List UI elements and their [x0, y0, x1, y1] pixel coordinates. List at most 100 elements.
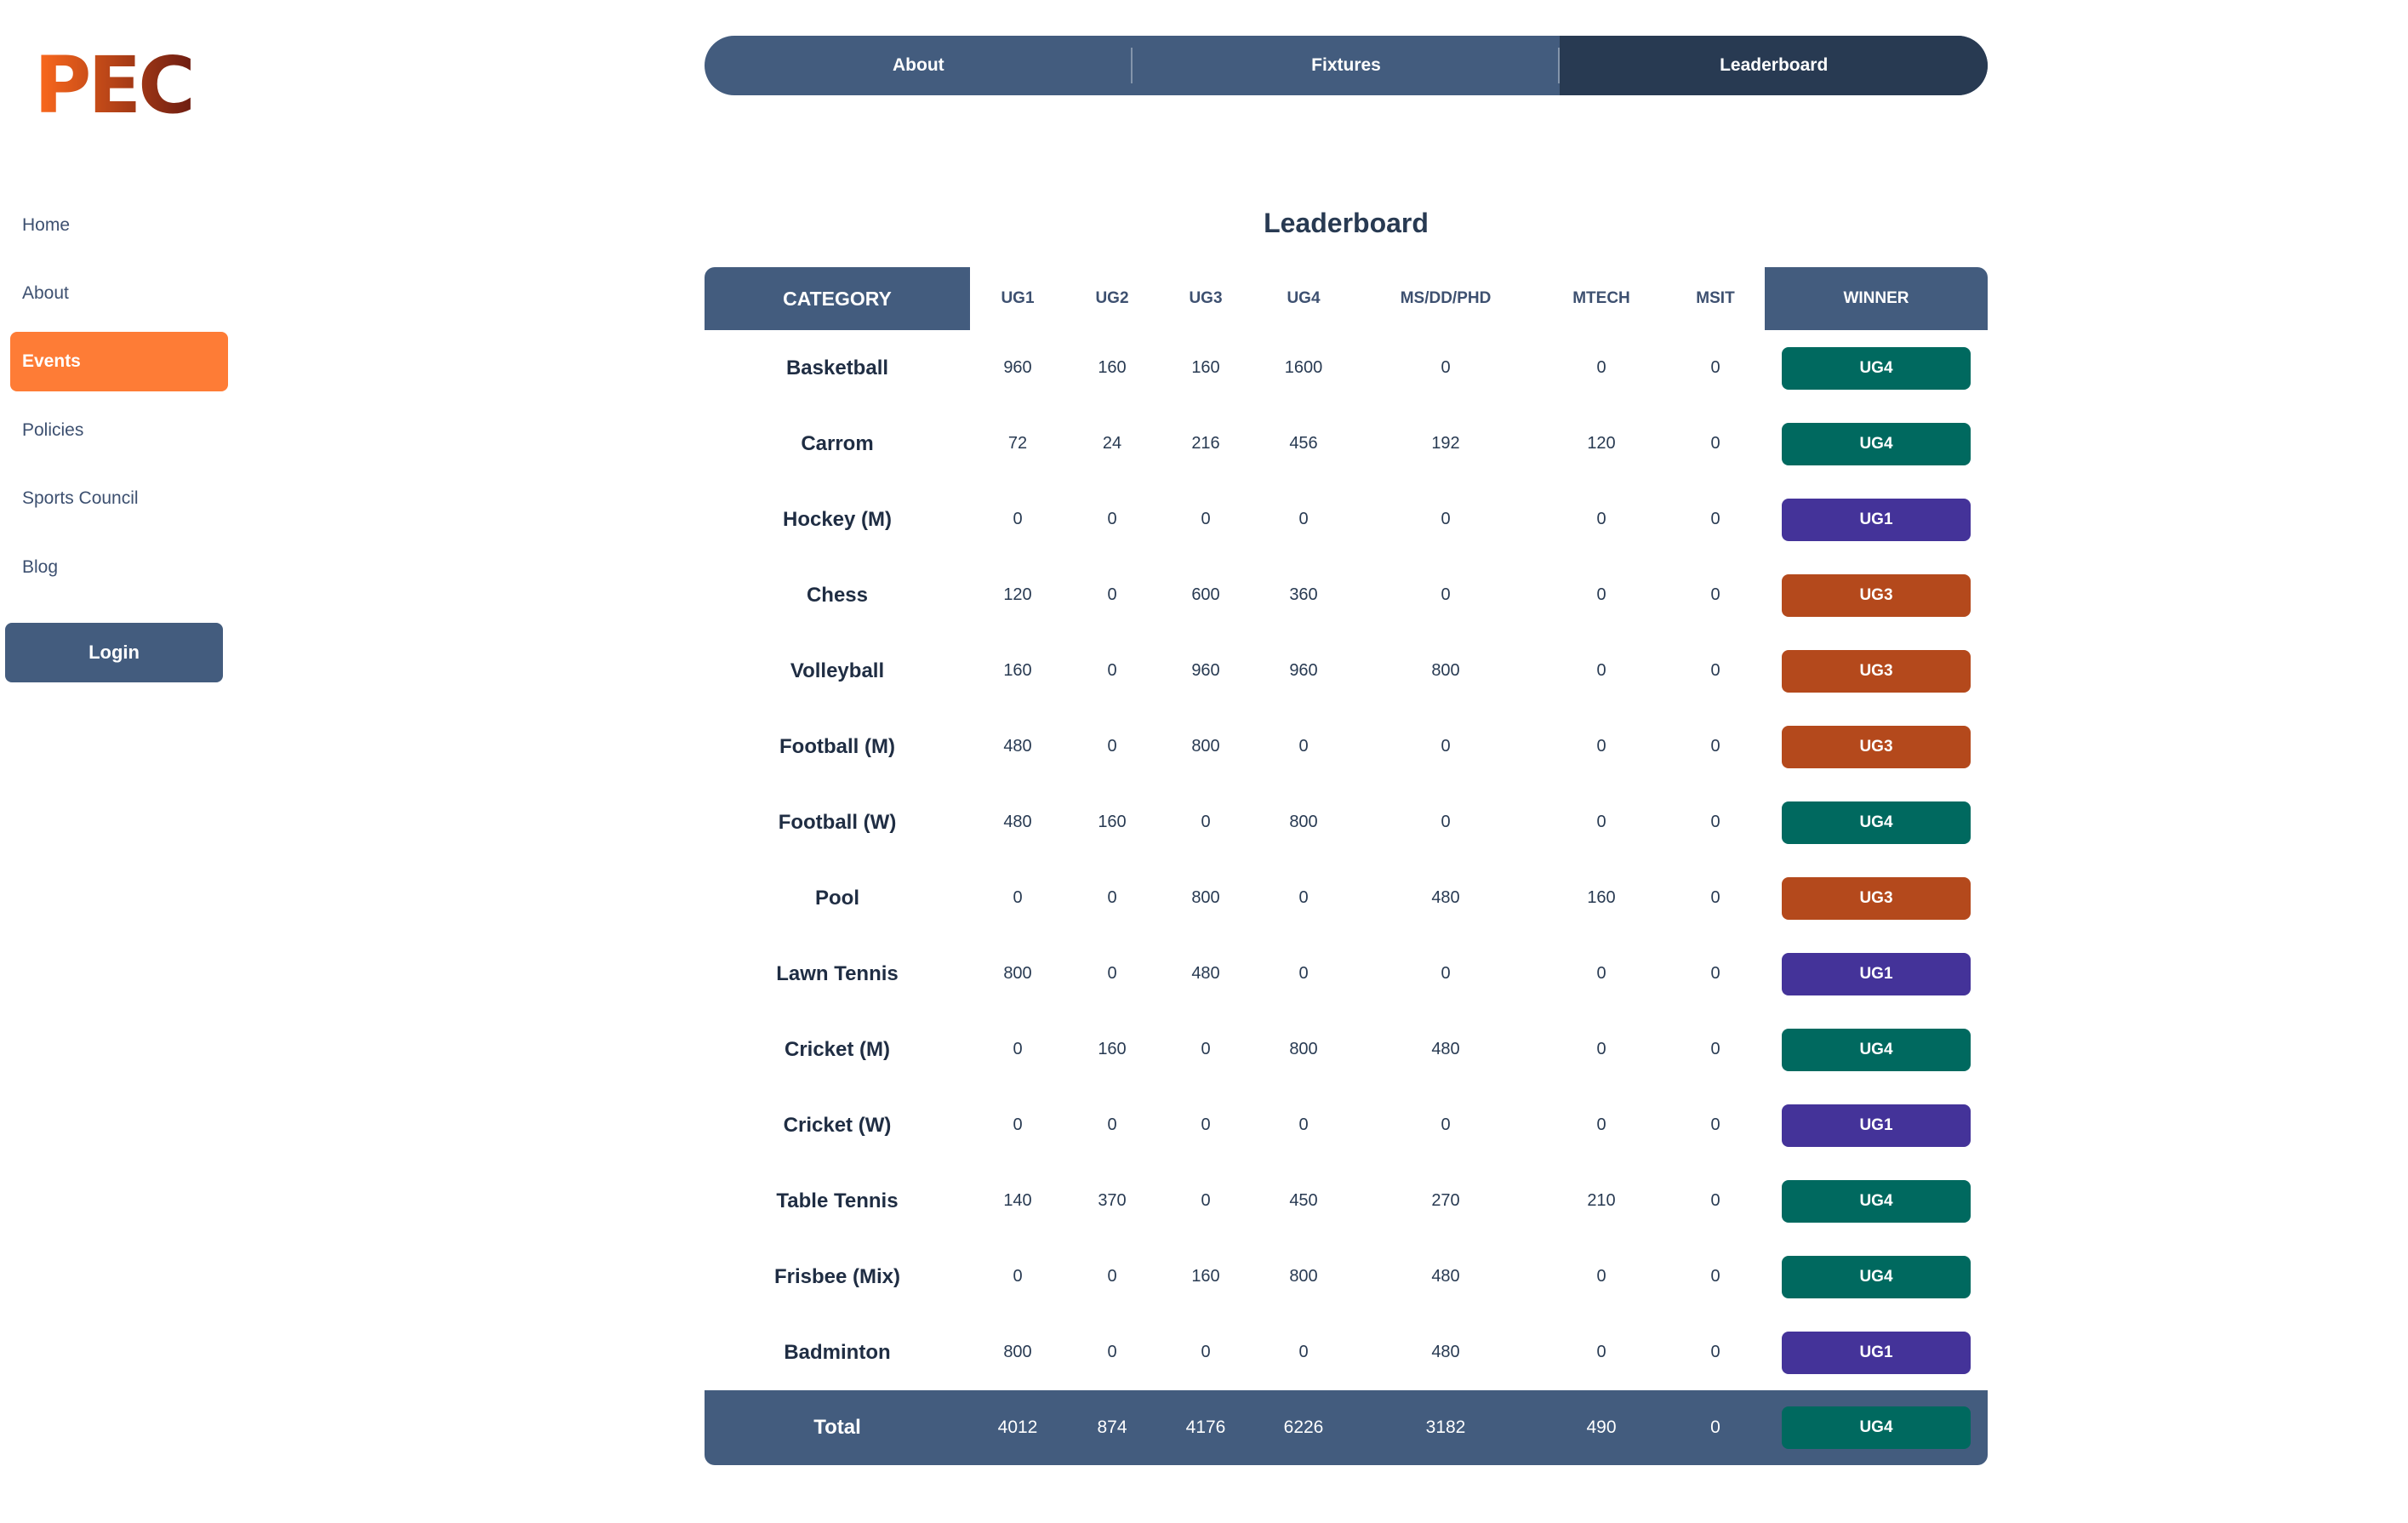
table-row: Volleyball 160 0 960 960 800 0 0 UG3 — [705, 633, 1988, 709]
winner-badge[interactable]: UG1 — [1782, 1104, 1971, 1147]
winner-badge[interactable]: UG1 — [1782, 1331, 1971, 1374]
score-cell: 0 — [1710, 661, 1720, 680]
table-row: Football (W) 480 160 0 800 0 0 0 UG4 — [705, 784, 1988, 860]
score-cell: 0 — [1441, 510, 1451, 528]
score-cell: 0 — [1596, 737, 1606, 756]
score-cell: 0 — [1107, 510, 1117, 528]
score-cell: 0 — [1441, 964, 1451, 983]
pec-logo[interactable]: PEC — [34, 37, 213, 131]
total-cell: 874 — [1097, 1417, 1127, 1437]
score-cell: 0 — [1710, 888, 1720, 907]
score-cell: 0 — [1298, 888, 1309, 907]
winner-cell: UG3 — [1765, 633, 1988, 709]
category-cell: Hockey (M) — [782, 507, 893, 531]
winner-badge[interactable]: UG4 — [1782, 1179, 1971, 1223]
score-cell: 0 — [1107, 1115, 1117, 1134]
score-cell: 800 — [1191, 888, 1220, 907]
winner-badge[interactable]: UG1 — [1782, 498, 1971, 541]
score-cell: 480 — [1431, 888, 1460, 907]
leaderboard-table: CATEGORY UG1 UG2 UG3 UG4 MS/DD/PHD MTECH… — [705, 267, 1988, 1465]
score-cell: 800 — [1003, 1343, 1032, 1361]
table-header-row: CATEGORY UG1 UG2 UG3 UG4 MS/DD/PHD MTECH… — [705, 267, 1988, 330]
score-cell: 0 — [1710, 358, 1720, 377]
column-header-msit: MSIT — [1696, 289, 1735, 307]
winner-cell: UG1 — [1765, 1315, 1988, 1390]
score-cell: 0 — [1596, 1267, 1606, 1286]
score-cell: 0 — [1013, 1115, 1023, 1134]
table-total-row: Total 4012 874 4176 6226 3182 490 0 UG4 — [705, 1390, 1988, 1465]
table-row: Cricket (W) 0 0 0 0 0 0 0 UG1 — [705, 1087, 1988, 1163]
winner-cell: UG4 — [1765, 330, 1988, 406]
score-cell: 216 — [1191, 434, 1220, 453]
total-cell: 6226 — [1283, 1417, 1324, 1437]
score-cell: 120 — [1003, 585, 1032, 604]
tab-about[interactable]: About — [705, 36, 1133, 95]
score-cell: 456 — [1289, 434, 1318, 453]
sidebar-item-blog[interactable]: Blog — [10, 538, 228, 597]
winner-cell: UG3 — [1765, 860, 1988, 936]
total-cell: 4012 — [997, 1417, 1038, 1437]
winner-badge[interactable]: UG4 — [1782, 801, 1971, 844]
score-cell: 0 — [1013, 888, 1023, 907]
score-cell: 0 — [1710, 1191, 1720, 1210]
winner-badge[interactable]: UG3 — [1782, 573, 1971, 617]
winner-badge[interactable]: UG4 — [1782, 422, 1971, 465]
category-cell: Carrom — [801, 431, 874, 455]
score-cell: 480 — [1003, 813, 1032, 831]
score-cell: 160 — [1191, 1267, 1220, 1286]
score-cell: 0 — [1107, 888, 1117, 907]
score-cell: 140 — [1003, 1191, 1032, 1210]
score-cell: 0 — [1441, 737, 1451, 756]
column-header-ug4: UG4 — [1287, 289, 1321, 307]
tab-fixtures[interactable]: Fixtures — [1133, 36, 1561, 95]
score-cell: 0 — [1710, 813, 1720, 831]
score-cell: 480 — [1431, 1343, 1460, 1361]
winner-badge[interactable]: UG3 — [1782, 649, 1971, 693]
winner-badge[interactable]: UG4 — [1782, 346, 1971, 390]
score-cell: 0 — [1298, 1115, 1309, 1134]
table-row: Frisbee (Mix) 0 0 160 800 480 0 0 UG4 — [705, 1239, 1988, 1315]
score-cell: 0 — [1201, 1343, 1211, 1361]
score-cell: 480 — [1003, 737, 1032, 756]
score-cell: 0 — [1298, 737, 1309, 756]
winner-badge[interactable]: UG4 — [1782, 1255, 1971, 1298]
login-button[interactable]: Login — [5, 623, 223, 682]
score-cell: 0 — [1596, 1343, 1606, 1361]
score-cell: 0 — [1710, 1343, 1720, 1361]
score-cell: 960 — [1191, 661, 1220, 680]
winner-badge[interactable]: UG3 — [1782, 876, 1971, 920]
score-cell: 0 — [1441, 358, 1451, 377]
table-row: Pool 0 0 800 0 480 160 0 UG3 — [705, 860, 1988, 936]
sidebar-item-policies[interactable]: Policies — [10, 401, 228, 460]
tab-leaderboard[interactable]: Leaderboard — [1560, 36, 1988, 95]
winner-badge[interactable]: UG4 — [1782, 1028, 1971, 1071]
score-cell: 0 — [1441, 585, 1451, 604]
category-cell: Cricket (W) — [783, 1113, 892, 1137]
table-row: Chess 120 0 600 360 0 0 0 UG3 — [705, 557, 1988, 633]
sidebar-item-events[interactable]: Events — [10, 332, 228, 391]
winner-cell: UG4 — [1765, 1163, 1988, 1239]
winner-badge[interactable]: UG4 — [1782, 1406, 1971, 1449]
sidebar-item-sports-council[interactable]: Sports Council — [10, 469, 228, 528]
sidebar-item-label: Blog — [22, 557, 59, 577]
score-cell: 0 — [1596, 358, 1606, 377]
winner-badge[interactable]: UG1 — [1782, 952, 1971, 995]
score-cell: 0 — [1201, 1191, 1211, 1210]
score-cell: 0 — [1013, 1040, 1023, 1058]
score-cell: 0 — [1013, 1267, 1023, 1286]
total-label: Total — [813, 1416, 861, 1439]
score-cell: 160 — [1587, 888, 1616, 907]
pec-logo-graphic: PEC — [34, 40, 196, 131]
sidebar-item-home[interactable]: Home — [10, 196, 228, 255]
winner-cell: UG4 — [1765, 1239, 1988, 1315]
sidebar-item-label: Policies — [22, 420, 84, 440]
winner-badge[interactable]: UG3 — [1782, 725, 1971, 768]
sidebar-item-about[interactable]: About — [10, 264, 228, 323]
score-cell: 360 — [1289, 585, 1318, 604]
score-cell: 0 — [1298, 510, 1309, 528]
score-cell: 0 — [1298, 964, 1309, 983]
sidebar-item-label: Home — [22, 215, 71, 235]
score-cell: 0 — [1596, 813, 1606, 831]
score-cell: 0 — [1107, 737, 1117, 756]
table-row: Lawn Tennis 800 0 480 0 0 0 0 UG1 — [705, 936, 1988, 1012]
